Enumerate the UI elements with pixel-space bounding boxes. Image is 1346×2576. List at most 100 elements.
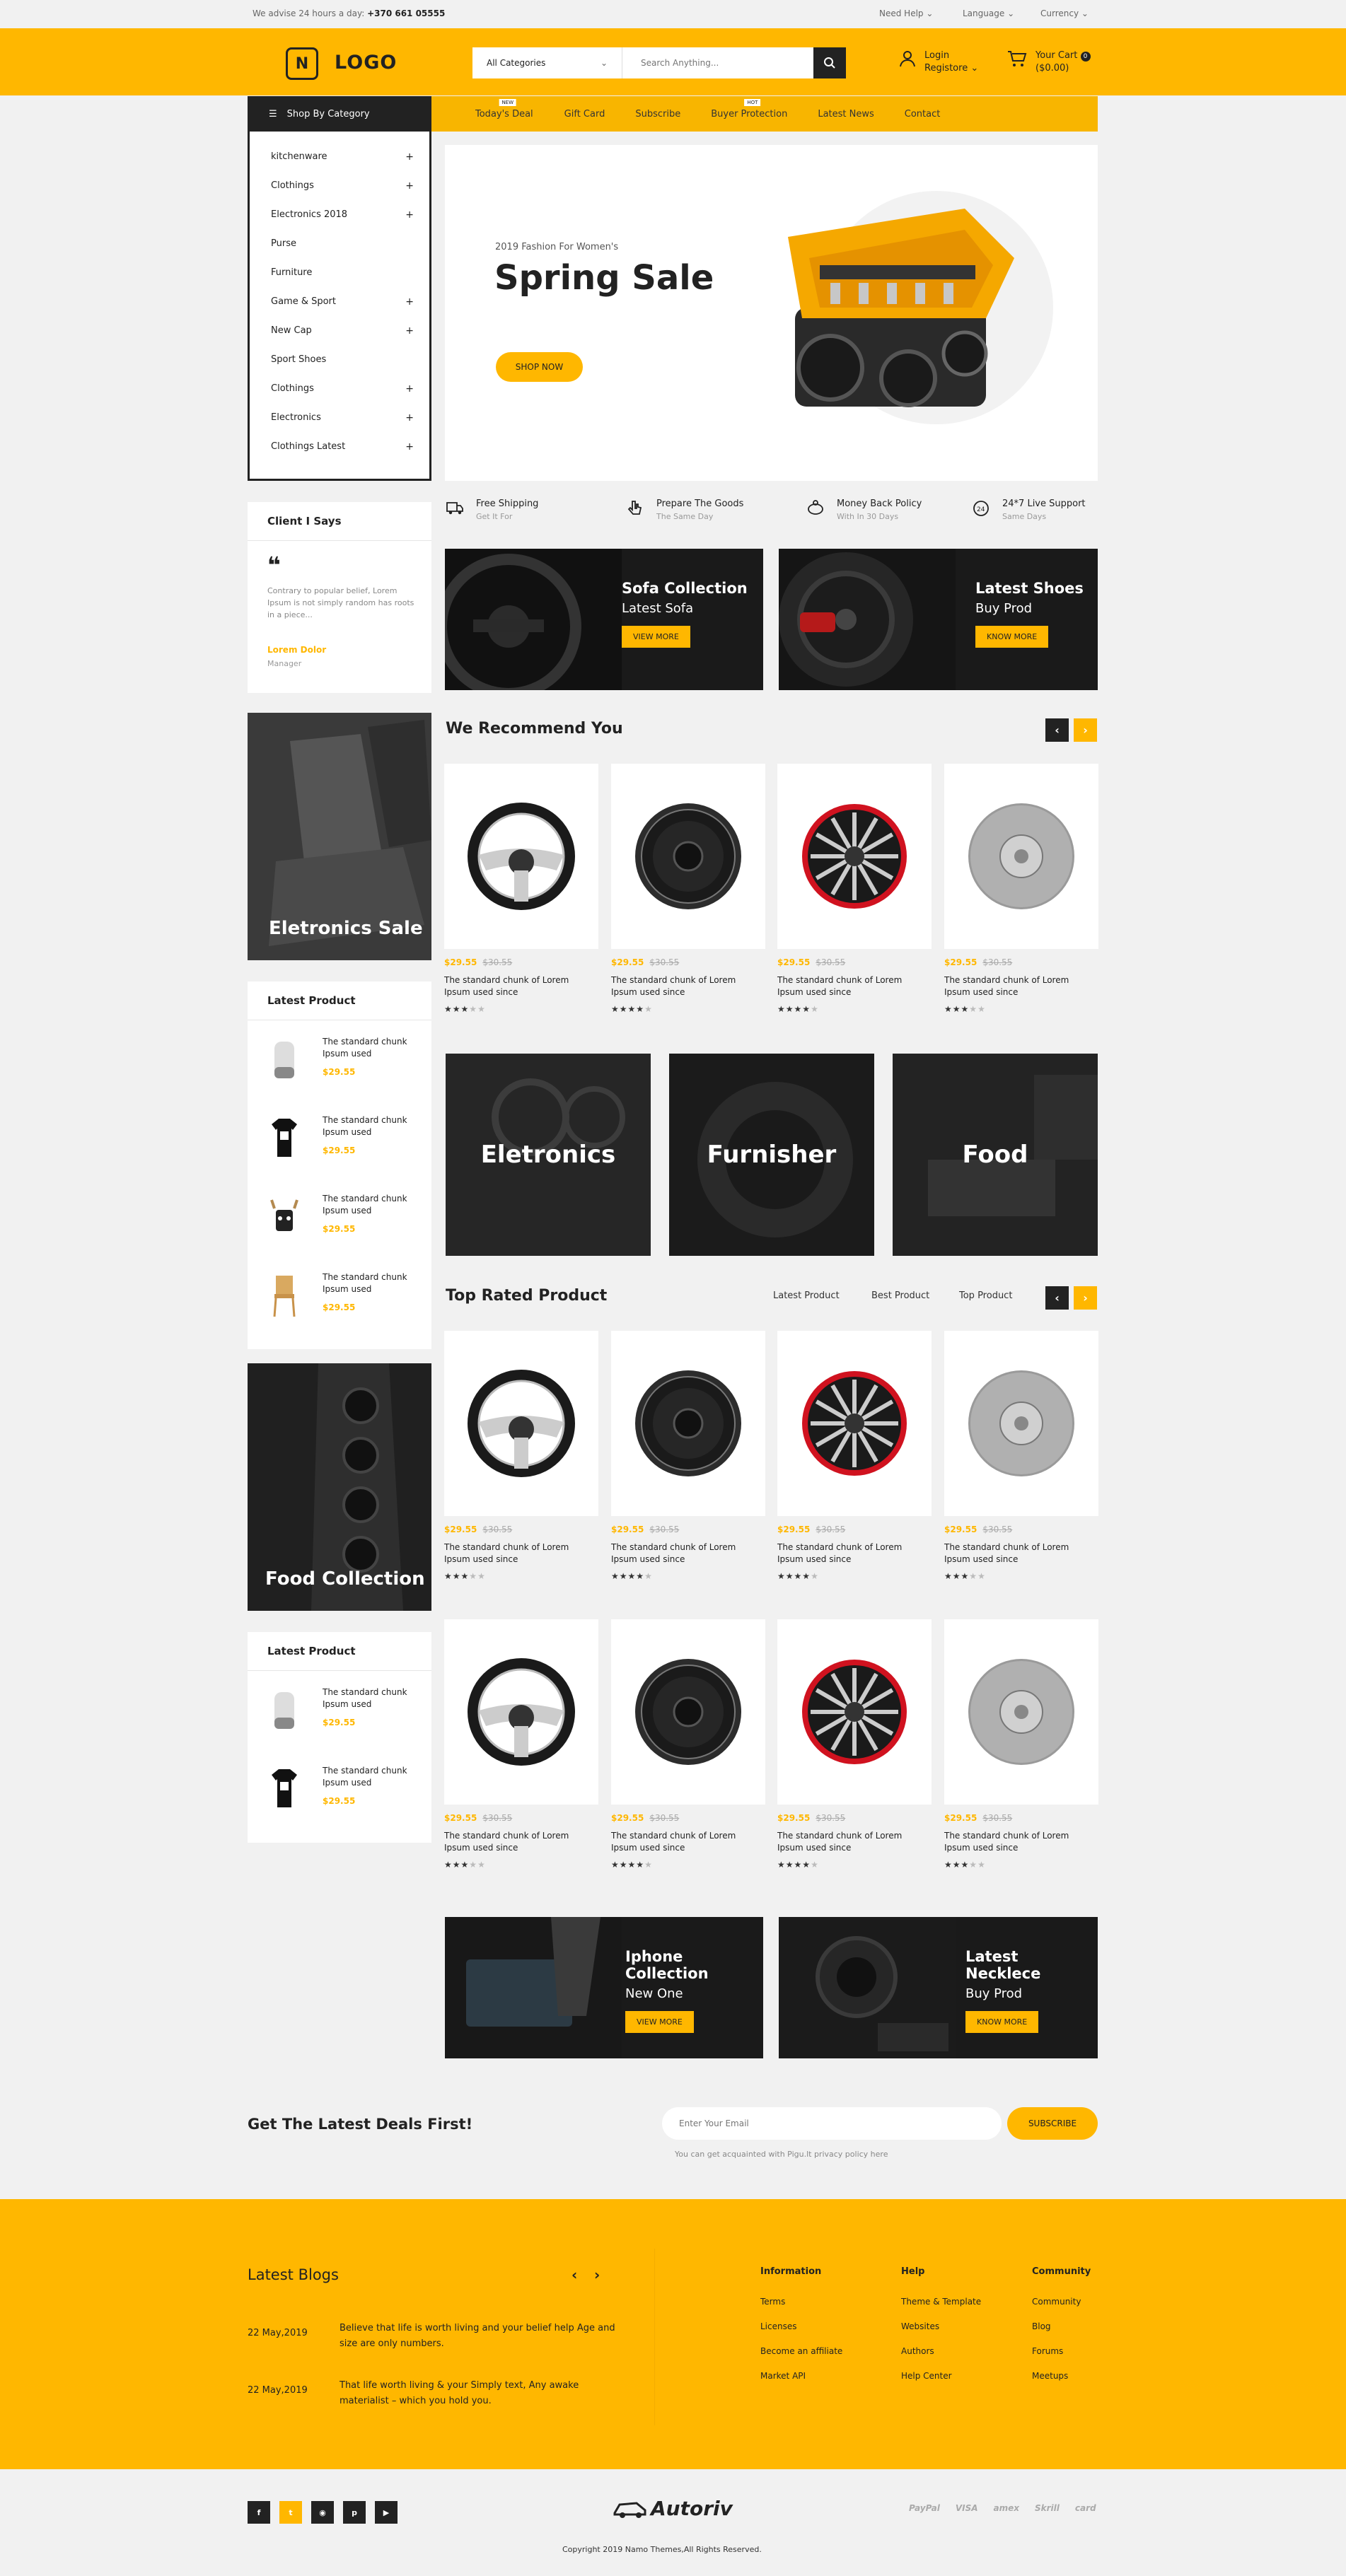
electronics-sale-banner[interactable]: Eletronics Sale [248, 713, 431, 960]
product-name[interactable]: The standard chunk of Lorem Ipsum used s… [611, 1541, 753, 1566]
nav-item[interactable]: Buyer Protection HOT [711, 98, 787, 120]
speaker-icon[interactable] [611, 1619, 765, 1805]
steering-wheel-icon[interactable] [444, 1331, 598, 1516]
product-name[interactable]: The standard chunk of Lorem Ipsum used s… [444, 974, 586, 998]
recommend-prev-button[interactable]: ‹ [1045, 718, 1069, 742]
latest-product-item[interactable]: The standard chunk Ipsum used $29.55 [248, 1749, 431, 1828]
shop-by-category-button[interactable]: ☰ Shop By Category [248, 96, 431, 132]
steering-wheel-icon[interactable] [444, 764, 598, 949]
category-item[interactable]: Electronics 2018 + [250, 200, 429, 229]
rim-icon[interactable] [777, 1619, 932, 1805]
footer-link[interactable]: Forums [1032, 2346, 1091, 2356]
latest-product-item[interactable]: The standard chunk Ipsum used $29.55 [248, 1099, 431, 1177]
search-button[interactable] [813, 47, 846, 78]
product-card[interactable]: $29.55 $30.55 The standard chunk of Lorem … [611, 1619, 765, 1870]
product-card[interactable]: $29.55 $30.55 The standard chunk of Lorem … [444, 764, 598, 1014]
latest-product-name[interactable]: The standard chunk Ipsum used [323, 1114, 422, 1138]
privacy-note[interactable]: You can get acquainted with Pigu.lt priv… [675, 2150, 888, 2159]
nav-item[interactable]: Latest News [818, 109, 874, 120]
newsletter-email-input[interactable] [662, 2107, 1002, 2140]
product-name[interactable]: The standard chunk of Lorem Ipsum used s… [611, 974, 753, 998]
nav-item[interactable]: Contact [905, 109, 941, 120]
youtube-icon[interactable]: ▶ [375, 2501, 398, 2524]
shop-now-button[interactable]: SHOP NOW [496, 352, 583, 382]
brake-disc-icon[interactable] [944, 1331, 1098, 1516]
latest-product-name[interactable]: The standard chunk Ipsum used [323, 1686, 422, 1710]
category-item[interactable]: Furniture [250, 258, 429, 287]
footer-link[interactable]: Meetups [1032, 2371, 1091, 2381]
promo-banner-sofa[interactable]: Sofa Collection Latest Sofa VIEW MORE [445, 549, 763, 690]
category-item[interactable]: Purse [250, 229, 429, 258]
category-item[interactable]: Clothings Latest + [250, 432, 429, 461]
logo-mark[interactable]: N [286, 47, 318, 80]
category-item[interactable]: Game & Sport + [250, 287, 429, 316]
footer-link[interactable]: Authors [901, 2346, 981, 2356]
product-card[interactable]: $29.55 $30.55 The standard chunk of Lorem … [944, 1331, 1098, 1581]
subscribe-button[interactable]: SUBSCRIBE [1007, 2107, 1098, 2140]
know-more-button[interactable]: KNOW MORE [975, 626, 1049, 648]
know-more-button[interactable]: KNOW MORE [965, 2011, 1039, 2033]
top-rated-prev-button[interactable]: ‹ [1045, 1286, 1069, 1310]
food-collection-banner[interactable]: Food Collection [248, 1363, 431, 1611]
logo-text[interactable]: LOGO [335, 52, 397, 74]
product-name[interactable]: The standard chunk of Lorem Ipsum used s… [444, 1830, 586, 1854]
category-item[interactable]: Clothings + [250, 171, 429, 200]
language-dropdown[interactable]: Language ⌄ [963, 8, 1014, 18]
view-more-button[interactable]: VIEW MORE [622, 626, 690, 648]
tab-top-product[interactable]: Top Product [959, 1290, 1012, 1301]
rss-icon[interactable]: ◉ [311, 2501, 334, 2524]
user-icon[interactable] [899, 49, 916, 71]
need-help-dropdown[interactable]: Need Help ⌄ [879, 8, 933, 18]
product-name[interactable]: The standard chunk of Lorem Ipsum used s… [944, 1830, 1086, 1854]
category-item[interactable]: Electronics + [250, 403, 429, 432]
rim-icon[interactable] [777, 764, 932, 949]
product-card[interactable]: $29.55 $30.55 The standard chunk of Lorem … [944, 1619, 1098, 1870]
tab-latest-product[interactable]: Latest Product [773, 1290, 840, 1301]
nav-item[interactable]: Subscribe [635, 109, 680, 120]
product-card[interactable]: $29.55 $30.55 The standard chunk of Lorem … [611, 1331, 765, 1581]
facebook-icon[interactable]: f [248, 2501, 270, 2524]
login-link[interactable]: Login [924, 49, 978, 62]
latest-product-name[interactable]: The standard chunk Ipsum used [323, 1271, 422, 1295]
category-banner-electronics[interactable]: Eletronics [446, 1054, 651, 1256]
cart-summary[interactable]: Your Cart 0 ($0.00) [1035, 49, 1091, 75]
footer-link[interactable]: Licenses [760, 2321, 842, 2331]
view-more-button[interactable]: VIEW MORE [625, 2011, 694, 2033]
cart-icon[interactable] [1007, 49, 1027, 71]
category-item[interactable]: Sport Shoes [250, 345, 429, 374]
product-card[interactable]: $29.55 $30.55 The standard chunk of Lorem … [611, 764, 765, 1014]
product-name[interactable]: The standard chunk of Lorem Ipsum used s… [777, 1830, 919, 1854]
latest-product-item[interactable]: The standard chunk Ipsum used $29.55 [248, 1020, 431, 1099]
footer-link[interactable]: Help Center [901, 2371, 981, 2381]
recommend-next-button[interactable]: › [1074, 718, 1097, 742]
blog-text[interactable]: That life worth living & your Simply tex… [340, 2378, 615, 2409]
latest-product-item[interactable]: The standard chunk Ipsum used $29.55 [248, 1256, 431, 1334]
steering-wheel-icon[interactable] [444, 1619, 598, 1805]
category-item[interactable]: Clothings + [250, 374, 429, 403]
tab-best-product[interactable]: Best Product [871, 1290, 929, 1301]
footer-link[interactable]: Theme & Template [901, 2297, 981, 2307]
latest-product-name[interactable]: The standard chunk Ipsum used [323, 1193, 422, 1217]
category-select[interactable]: All Categories ⌄ [472, 47, 622, 78]
promo-banner-shoes[interactable]: Latest Shoes Buy Prod KNOW MORE [779, 549, 1098, 690]
latest-product-item[interactable]: The standard chunk Ipsum used $29.55 [248, 1671, 431, 1749]
latest-product-item[interactable]: The standard chunk Ipsum used $29.55 [248, 1177, 431, 1256]
product-name[interactable]: The standard chunk of Lorem Ipsum used s… [444, 1541, 586, 1566]
footer-link[interactable]: Blog [1032, 2321, 1091, 2331]
product-card[interactable]: $29.55 $30.55 The standard chunk of Lorem … [777, 764, 932, 1014]
product-name[interactable]: The standard chunk of Lorem Ipsum used s… [611, 1830, 753, 1854]
footer-brand[interactable]: Autoriv [613, 2496, 733, 2520]
category-banner-food[interactable]: Food [893, 1054, 1098, 1256]
product-name[interactable]: The standard chunk of Lorem Ipsum used s… [944, 974, 1086, 998]
rim-icon[interactable] [777, 1331, 932, 1516]
pinterest-icon[interactable]: p [343, 2501, 366, 2524]
product-name[interactable]: The standard chunk of Lorem Ipsum used s… [777, 1541, 919, 1566]
promo-banner-iphone[interactable]: Iphone Collection New One VIEW MORE [445, 1917, 763, 2058]
register-link[interactable]: Registore [924, 63, 968, 74]
product-card[interactable]: $29.55 $30.55 The standard chunk of Lorem … [944, 764, 1098, 1014]
footer-link[interactable]: Terms [760, 2297, 842, 2307]
footer-link[interactable]: Websites [901, 2321, 981, 2331]
nav-item[interactable]: Gift Card [564, 109, 605, 120]
twitter-icon[interactable]: t [279, 2501, 302, 2524]
blog-text[interactable]: Believe that life is worth living and yo… [340, 2321, 615, 2352]
